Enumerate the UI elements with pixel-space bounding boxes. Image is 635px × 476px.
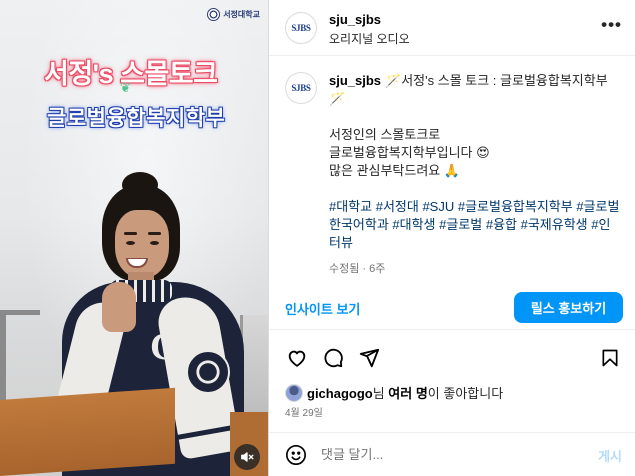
student-face — [115, 210, 169, 278]
comment-icon — [324, 348, 343, 368]
more-options-button[interactable]: ••• — [601, 16, 622, 33]
video-overlay-subtitle: 글로벌융합복지학부 — [47, 107, 226, 130]
smiley-icon — [286, 445, 306, 465]
student-brow — [124, 232, 137, 235]
share-icon — [359, 348, 380, 368]
student-brow — [148, 232, 161, 235]
reel-video[interactable]: 서정대학교 서정's 스몰토크 ❦ 글로벌융합복지학부 C — [0, 0, 268, 476]
like-button[interactable] — [285, 346, 309, 370]
caption-line: 서정인의 스몰토크로 — [329, 127, 441, 142]
share-button[interactable] — [357, 346, 381, 370]
jacket-letter: C — [150, 326, 178, 368]
comment-input[interactable] — [321, 443, 571, 465]
caption-username[interactable]: sju_sjbs — [329, 73, 381, 88]
avatar-text: SJBS — [291, 23, 311, 33]
audio-label[interactable]: 오리지널 오디오 — [329, 30, 410, 47]
caption-body: sju_sjbs 🪄서정's 스몰 토크 : 글로벌융합복지학부 🪄 서정인의 스… — [329, 72, 620, 278]
liker-username[interactable]: gichagogo — [307, 386, 373, 401]
header-username[interactable]: sju_sjbs — [329, 12, 381, 27]
caption-hashtags[interactable]: #대학교 #서정대 #SJU #글로벌융합복지학부 #글로벌한국어학과 #대학생… — [329, 198, 620, 252]
student-clasped-hands — [102, 282, 136, 332]
jacket-emblem-patch — [186, 350, 230, 394]
edited-timestamp: 수정됨 · 6주 — [329, 263, 386, 275]
likes-text: 님 — [372, 386, 389, 401]
mute-button[interactable] — [234, 444, 260, 470]
insights-row: 인사이트 보기 릴스 홍보하기 — [269, 286, 635, 330]
post-header: SJBS sju_sjbs 오리지널 오디오 ••• — [269, 0, 635, 56]
caption-text: 서정인의 스몰토크로 글로벌융합복지학부입니다 😍 많은 관심부탁드려요 🙏 — [329, 126, 620, 180]
likes-text: 이 좋아합니다 — [427, 386, 504, 401]
heart-icon — [288, 350, 306, 367]
caption-line: 글로벌융합복지학부입니다 😍 — [329, 145, 490, 160]
post-sidebar: SJBS sju_sjbs 오리지널 오디오 ••• SJBS sju_sjbs… — [268, 0, 635, 476]
save-button[interactable] — [598, 346, 622, 370]
avatar-text: SJBS — [291, 83, 311, 93]
likes-others-link[interactable]: 여러 명 — [388, 386, 428, 401]
sparkle-icon: ❦ — [120, 80, 131, 95]
caption-line: 많은 관심부탁드려요 🙏 — [329, 163, 461, 178]
profile-avatar[interactable]: SJBS — [285, 12, 317, 44]
student-eye — [150, 241, 159, 245]
likes-summary[interactable]: gichagogo님 여러 명이 좋아합니다 — [285, 383, 503, 402]
liker-avatar — [285, 383, 303, 402]
desk — [0, 387, 175, 476]
speaker-muted-icon — [241, 452, 254, 462]
action-bar — [269, 340, 635, 376]
post-comment-button[interactable]: 게시 — [598, 446, 622, 465]
university-logo-text: 서정대학교 — [223, 10, 260, 19]
bookmark-icon — [602, 349, 618, 367]
emoji-button[interactable] — [285, 444, 307, 466]
view-insights-link[interactable]: 인사이트 보기 — [285, 299, 360, 318]
university-seal-icon — [207, 8, 221, 21]
comment-button[interactable] — [321, 346, 345, 370]
caption-avatar[interactable]: SJBS — [285, 72, 317, 104]
student-eye — [126, 241, 135, 245]
more-horizontal-icon: ••• — [601, 15, 622, 34]
university-logo: 서정대학교 — [207, 8, 260, 21]
comment-bar: 게시 — [269, 432, 635, 476]
chair-right — [240, 315, 268, 415]
chair-left — [0, 310, 40, 400]
post-date[interactable]: 4월 29일 — [285, 404, 323, 419]
boost-reel-button[interactable]: 릴스 홍보하기 — [514, 292, 623, 323]
